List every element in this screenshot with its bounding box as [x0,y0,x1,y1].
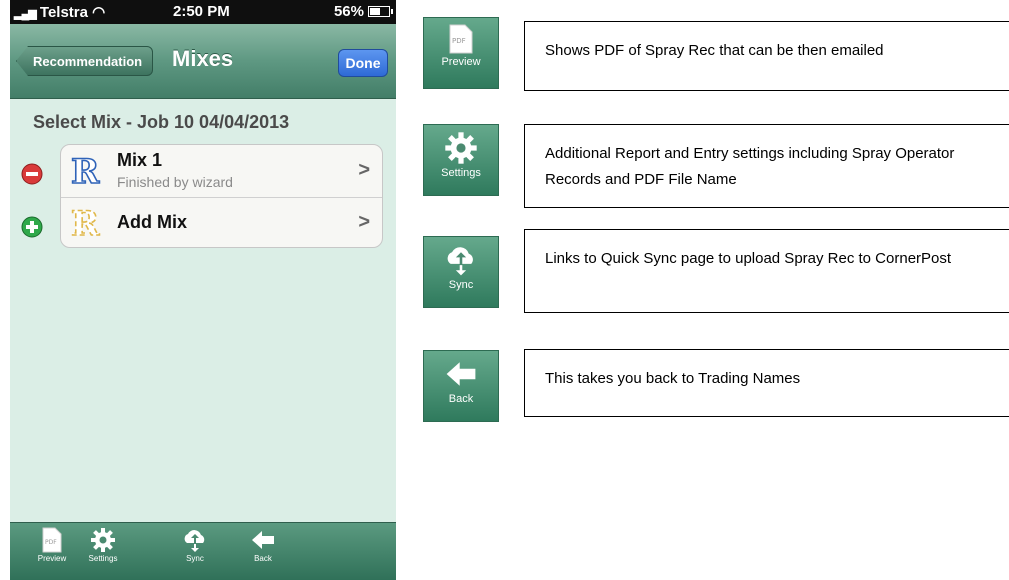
legend-sync-description: Links to Quick Sync page to upload Spray… [524,229,1009,313]
legend-icon-label: Preview [441,56,481,68]
list-item-title: Mix 1 [117,150,163,170]
list-item-mix-1[interactable]: R Mix 1 Finished by wizard > [61,145,382,198]
list-item-add-mix[interactable]: R Add Mix > [61,197,382,247]
back-button[interactable]: Recommendation [16,46,154,76]
list-item-subtitle: Finished by wizard [117,174,233,190]
battery-status: 56% [333,3,393,20]
legend-back-description: This takes you back to Trading Names [524,349,1009,417]
tab-settings[interactable]: Settings [78,527,128,563]
gear-icon [91,528,115,552]
chevron-right-icon: > [358,159,370,181]
pdf-icon: PDF [449,24,473,54]
status-bar: ▂▄▆ Telstra ◠ 2:50 PM 56% [10,0,396,24]
legend-settings-icon: Settings [423,124,499,196]
tab-label: Sync [186,554,204,563]
cloud-sync-icon [447,247,473,276]
legend-preview-icon: PDF Preview [423,17,499,89]
done-button[interactable]: Done [338,49,388,77]
signal-icon: ▂▄▆ [14,8,37,20]
svg-text:R: R [71,205,100,239]
back-arrow-icon [446,362,476,386]
carrier-label: Telstra [39,4,88,21]
legend-settings-description: Additional Report and Entry settings inc… [524,124,1009,208]
legend-back-icon: Back [423,350,499,422]
r-logo-faded-icon: R [70,205,101,239]
section-title: Select Mix - Job 10 04/04/2013 [33,112,290,132]
chevron-right-icon: > [358,211,370,233]
svg-text:PDF: PDF [45,539,57,546]
svg-text:R: R [71,153,100,187]
remove-icon[interactable] [21,163,43,185]
add-icon[interactable] [21,216,43,238]
page-title: Mixes [172,46,234,71]
battery-icon [368,6,393,17]
legend-icon-label: Settings [441,167,481,179]
battery-label: 56% [333,3,364,20]
carrier-signal: ▂▄▆ Telstra ◠ [14,3,105,21]
pdf-icon: PDF [42,527,62,553]
legend-sync-icon: Sync [423,236,499,308]
navigation-bar: Recommendation Mixes Done [10,24,396,99]
gear-icon [445,132,477,164]
legend-icon-label: Back [448,393,474,405]
tab-label: Settings [88,554,118,563]
cloud-sync-icon [184,530,205,552]
legend-preview-description: Shows PDF of Spray Rec that can be then … [524,21,1009,91]
tab-preview[interactable]: PDF Preview [27,527,77,563]
clock: 2:50 PM [173,3,230,20]
tab-back[interactable]: Back [238,527,288,563]
list-item-title: Add Mix [117,212,187,232]
tab-sync[interactable]: Sync [170,527,220,563]
wifi-icon: ◠ [92,4,106,21]
mix-list: R Mix 1 Finished by wizard > R Add Mix > [60,144,383,248]
tab-label: Preview [37,554,67,563]
legend-icon-label: Sync [448,279,474,291]
phone-screen: ▂▄▆ Telstra ◠ 2:50 PM 56% Recommendation… [10,0,396,580]
tab-bar: PDF Preview Settings Sync Back [10,522,396,580]
pdf-icon-text: PDF [452,37,466,45]
r-logo-icon: R [70,153,101,187]
back-arrow-icon [252,531,274,549]
tab-label: Back [254,554,272,563]
